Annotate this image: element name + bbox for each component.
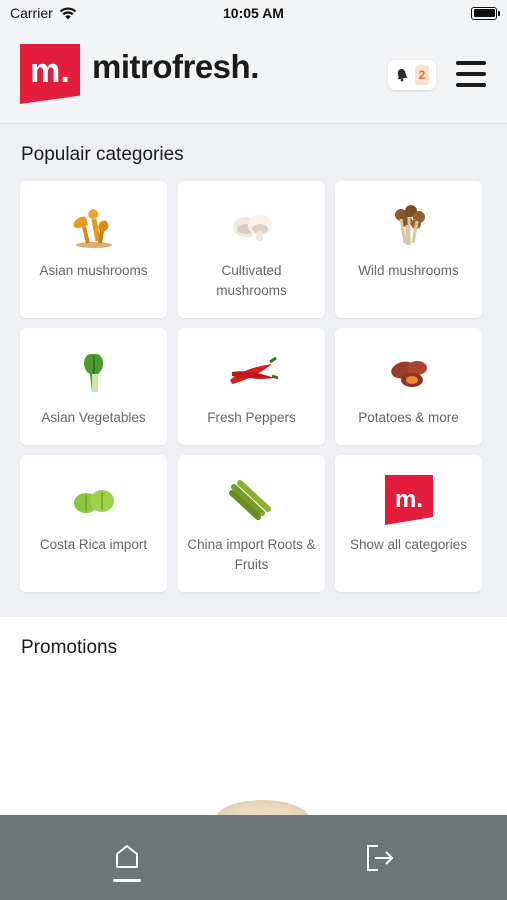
mitrofresh-logo-icon: m. bbox=[379, 475, 439, 525]
category-card-asian-vegetables[interactable]: Asian Vegetables bbox=[20, 328, 167, 445]
wifi-icon bbox=[59, 6, 76, 19]
category-card-cultivated-mushrooms[interactable]: Cultivated mushrooms bbox=[178, 181, 325, 318]
category-label: Asian Vegetables bbox=[41, 410, 146, 425]
app-header: m. mitrofresh. 2 bbox=[0, 26, 507, 124]
asian-mushrooms-icon bbox=[64, 201, 124, 251]
notifications-button[interactable]: 2 bbox=[388, 60, 436, 90]
status-bar: Carrier 10:05 AM bbox=[0, 0, 507, 26]
menu-bar bbox=[456, 61, 486, 65]
category-card-show-all[interactable]: m. Show all categories bbox=[335, 455, 482, 592]
logout-icon bbox=[367, 845, 393, 871]
category-label: Asian mushrooms bbox=[39, 263, 148, 278]
cultivated-mushrooms-icon bbox=[222, 201, 282, 251]
category-label: Potatoes & more bbox=[358, 410, 459, 425]
wild-mushrooms-icon bbox=[379, 201, 439, 251]
category-card-potatoes[interactable]: Potatoes & more bbox=[335, 328, 482, 445]
logo-text: mitrofresh. bbox=[92, 48, 259, 85]
category-card-asian-mushrooms[interactable]: Asian mushrooms bbox=[20, 181, 167, 318]
categories-title: Populair categories bbox=[21, 144, 184, 165]
category-label: Show all categories bbox=[349, 537, 468, 552]
svg-text:m.: m. bbox=[394, 486, 422, 513]
menu-bar bbox=[456, 72, 486, 76]
chayote-icon bbox=[64, 475, 124, 525]
bottom-navigation bbox=[0, 815, 507, 900]
logo-mark[interactable]: m. bbox=[20, 44, 80, 104]
sweet-potato-icon bbox=[379, 348, 439, 398]
lemongrass-icon bbox=[222, 475, 282, 525]
chili-pepper-icon bbox=[222, 348, 282, 398]
category-label: Costa Rica import bbox=[39, 537, 148, 552]
carrier-label: Carrier bbox=[10, 5, 53, 21]
menu-bar bbox=[456, 83, 486, 87]
tab-logout[interactable] bbox=[364, 843, 396, 873]
category-label: Fresh Peppers bbox=[207, 410, 296, 425]
promotions-title: Promotions bbox=[21, 637, 118, 658]
category-card-fresh-peppers[interactable]: Fresh Peppers bbox=[178, 328, 325, 445]
hamburger-menu-button[interactable] bbox=[456, 61, 486, 87]
category-card-china-import[interactable]: China import Roots & Fruits bbox=[178, 455, 325, 592]
tab-home[interactable] bbox=[110, 843, 144, 887]
category-card-costa-rica[interactable]: Costa Rica import bbox=[20, 455, 167, 592]
bok-choy-icon bbox=[64, 348, 124, 398]
battery-icon bbox=[471, 6, 500, 20]
category-label: China import Roots & Fruits bbox=[187, 537, 316, 572]
home-icon bbox=[116, 845, 138, 868]
category-label: Cultivated mushrooms bbox=[216, 263, 287, 298]
category-label: Wild mushrooms bbox=[358, 263, 459, 278]
promotions-section: Promotions bbox=[0, 617, 507, 840]
category-card-wild-mushrooms[interactable]: Wild mushrooms bbox=[335, 181, 482, 318]
bell-icon bbox=[397, 69, 408, 82]
notification-count-badge: 2 bbox=[415, 65, 429, 85]
active-tab-indicator bbox=[113, 879, 141, 882]
